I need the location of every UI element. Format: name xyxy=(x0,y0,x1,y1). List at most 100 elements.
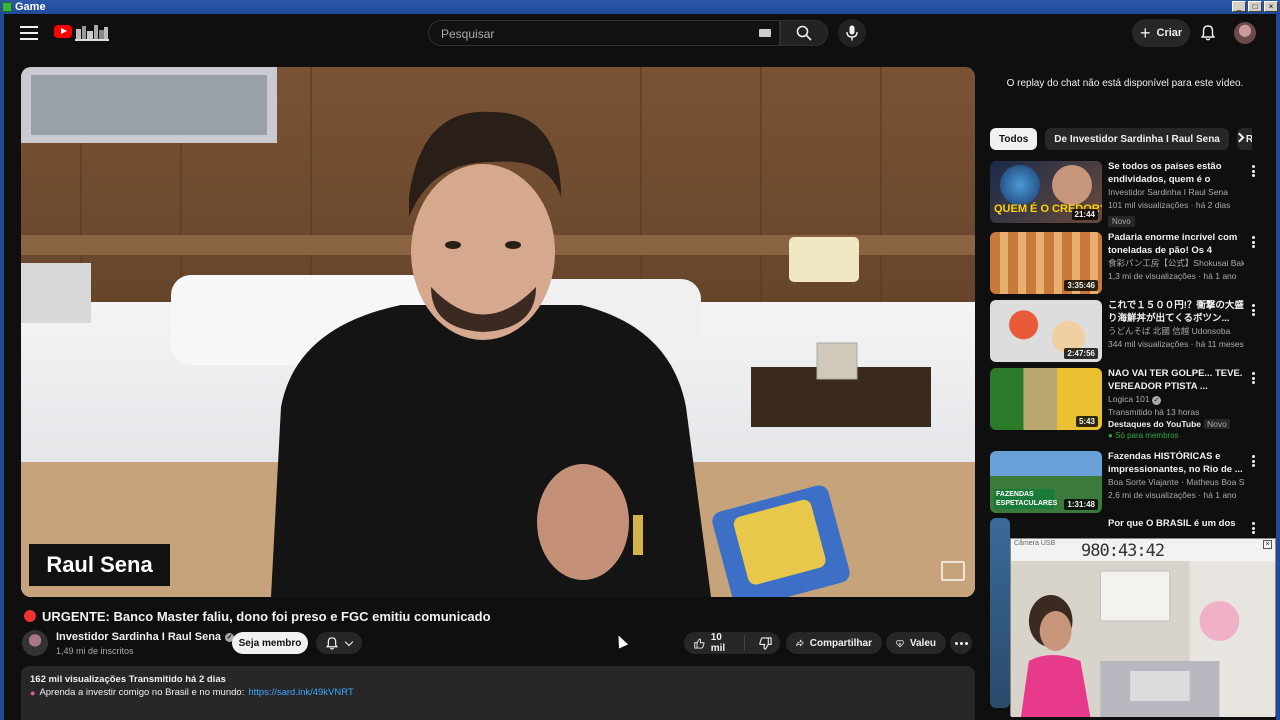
close-window-button[interactable]: × xyxy=(1264,1,1278,12)
webcam-label: Câmera USB xyxy=(1014,540,1056,547)
like-button[interactable]: 10 mil xyxy=(684,632,745,654)
video-title[interactable]: Se todos os países estão endividados, qu… xyxy=(1108,161,1244,186)
recommendation-item[interactable]: 2:47:56 これで１５００円!？衝撃の大盛り海鮮丼が出てくるボツン... う… xyxy=(990,300,1260,364)
video-title[interactable]: NAO VAI TER GOLPE... TEVE. VEREADOR PTIS… xyxy=(1108,368,1244,393)
maximize-button[interactable]: □ xyxy=(1248,1,1262,12)
subscription-notifications-button[interactable] xyxy=(316,632,362,654)
channel-name-text[interactable]: Investidor Sardinha I Raul Sena xyxy=(56,631,221,643)
webcam-titlebar[interactable]: Câmera USB 980:43:42 × xyxy=(1011,539,1275,561)
video-info: Fazendas HISTÓRICAS e impressionantes, n… xyxy=(1108,451,1244,501)
voice-search-button[interactable] xyxy=(838,19,866,47)
lower-third-name: Raul Sena xyxy=(29,544,170,586)
webcam-feed-image xyxy=(1011,561,1275,717)
window-title: Game xyxy=(15,1,46,13)
youtube-logo-icon[interactable] xyxy=(54,25,72,38)
like-dislike-group: 10 mil xyxy=(684,632,780,654)
minimize-button[interactable]: _ xyxy=(1232,1,1246,12)
members-only-label: Só para membros xyxy=(1115,430,1179,440)
video-thumbnail[interactable]: QUEM É O CREDOR? 21:44 xyxy=(990,161,1102,223)
channel-name[interactable]: Boa Sorte Viajante · Matheus Boa Sorte xyxy=(1108,476,1244,489)
close-icon[interactable]: × xyxy=(1263,540,1272,549)
doodle-logo-icon[interactable] xyxy=(75,23,109,41)
description-text: Aprenda a investir comigo no Brasil e no… xyxy=(39,687,245,698)
video-thumbnail[interactable]: 5:43 xyxy=(990,368,1102,430)
hamburger-menu-icon[interactable] xyxy=(20,26,38,40)
video-player[interactable]: Raul Sena xyxy=(21,67,975,597)
video-title[interactable]: Fazendas HISTÓRICAS e impressionantes, n… xyxy=(1108,451,1244,476)
video-meta: 344 mil visualizações · há 11 meses xyxy=(1108,338,1244,349)
bell-icon xyxy=(326,636,338,650)
more-actions-button[interactable] xyxy=(950,632,972,654)
channel-name[interactable]: Investidor Sardinha I Raul Sena xyxy=(1108,186,1244,199)
video-extra: Destaques do YouTube Novo xyxy=(1108,418,1244,431)
kebab-menu-icon[interactable] xyxy=(1252,304,1255,316)
chevron-down-icon xyxy=(344,637,354,646)
description-link[interactable]: https://sard.ink/49kVNRT xyxy=(248,687,353,698)
video-thumbnail[interactable] xyxy=(990,518,1010,708)
super-thanks-button[interactable]: $ Valeu xyxy=(886,632,946,654)
join-membership-button[interactable]: Seja membro xyxy=(232,632,308,654)
description-box[interactable]: 162 mil visualizações Transmitido há 2 d… xyxy=(21,666,975,720)
notifications-button[interactable] xyxy=(1196,21,1220,45)
video-info: Se todos os países estão endividados, qu… xyxy=(1108,161,1244,229)
members-only-badge: ● Só para membros xyxy=(1108,430,1179,440)
account-avatar[interactable] xyxy=(1234,22,1256,44)
recommendation-item[interactable]: QUEM É O CREDOR? 21:44 Se todos os paíse… xyxy=(990,161,1260,227)
channel-name[interactable]: 食彩パン工房【公式】Shokusai Bakery ... xyxy=(1108,257,1244,270)
video-meta: 101 mil visualizações · há 2 dias xyxy=(1108,199,1231,210)
siren-emoji-icon xyxy=(24,610,36,622)
window-border-right xyxy=(1276,14,1280,720)
video-title[interactable]: Padaria enorme incrível com toneladas de… xyxy=(1108,232,1244,257)
channel-watermark-icon[interactable] xyxy=(941,561,965,581)
kebab-menu-icon[interactable] xyxy=(1252,165,1255,177)
chat-replay-notice: O replay do chat não está disponível par… xyxy=(1006,78,1244,89)
kebab-menu-icon[interactable] xyxy=(1252,236,1255,248)
channel-name[interactable]: うどんそば 北國 信越 Udonsoba xyxy=(1108,325,1244,338)
super-thanks-icon: $ xyxy=(896,639,904,647)
share-button[interactable]: Compartilhar xyxy=(786,632,882,654)
search-box[interactable] xyxy=(428,20,780,46)
channel-name[interactable]: Logica 101 ✓ xyxy=(1108,393,1244,406)
kebab-menu-icon[interactable] xyxy=(1252,372,1255,384)
create-button[interactable]: + Criar xyxy=(1132,19,1190,47)
video-info: Por que O BRASIL é um dos xyxy=(1108,518,1244,531)
kebab-menu-icon[interactable] xyxy=(1252,455,1255,467)
recommendation-item[interactable]: FAZENDAS ESPETACULARES 1:31:48 Fazendas … xyxy=(990,451,1260,515)
more-dot-icon xyxy=(964,641,968,645)
kebab-menu-icon[interactable] xyxy=(1252,522,1255,534)
video-title[interactable]: Por que O BRASIL é um dos xyxy=(1108,518,1244,531)
video-duration: 5:43 xyxy=(1075,416,1098,427)
chip-from-channel[interactable]: De Investidor Sardinha I Raul Sena xyxy=(1045,128,1229,150)
search-input[interactable] xyxy=(441,25,751,43)
window-controls: _ □ × xyxy=(1232,1,1278,12)
window-titlebar: Game _ □ × xyxy=(0,0,1280,14)
video-title-text: URGENTE: Banco Master faliu, dono foi pr… xyxy=(42,608,491,624)
channel-avatar[interactable] xyxy=(22,630,48,656)
channel-name-text[interactable]: Logica 101 xyxy=(1108,394,1150,404)
video-title[interactable]: これで１５００円!？衝撃の大盛り海鮮丼が出てくるボツン... xyxy=(1108,300,1244,325)
like-count: 10 mil xyxy=(710,632,726,654)
more-dot-icon xyxy=(959,641,963,645)
dislike-button[interactable] xyxy=(751,636,780,650)
app-icon xyxy=(2,2,12,12)
keyboard-icon[interactable] xyxy=(759,29,771,37)
video-thumbnail[interactable]: FAZENDAS ESPETACULARES 1:31:48 xyxy=(990,451,1102,513)
microphone-icon xyxy=(846,25,858,41)
chip-all[interactable]: Todos xyxy=(990,128,1038,150)
recommendation-item[interactable]: 5:43 NAO VAI TER GOLPE... TEVE. VEREADOR… xyxy=(990,368,1260,448)
video-title: URGENTE: Banco Master faliu, dono foi pr… xyxy=(24,607,924,625)
masthead: + Criar xyxy=(4,14,1276,54)
search-button[interactable] xyxy=(780,20,828,46)
channel-name[interactable]: Investidor Sardinha I Raul Sena ✓ xyxy=(56,631,235,643)
video-meta: 2,6 mi de visualizações · há 1 ano xyxy=(1108,489,1237,500)
recommendation-item[interactable]: 3:35:46 Padaria enorme incrível com tone… xyxy=(990,232,1260,296)
new-badge: Novo xyxy=(1204,419,1230,429)
thumbs-down-icon xyxy=(759,636,772,650)
description-meta: 162 mil visualizações Transmitido há 2 d… xyxy=(30,674,226,685)
video-thumbnail[interactable]: 2:47:56 xyxy=(990,300,1102,362)
plus-icon: + xyxy=(1140,23,1151,43)
video-thumbnail[interactable]: 3:35:46 xyxy=(990,232,1102,294)
video-duration: 21:44 xyxy=(1071,209,1098,220)
create-label: Criar xyxy=(1156,27,1183,39)
webcam-overlay-window[interactable]: Câmera USB 980:43:42 × xyxy=(1010,538,1276,717)
